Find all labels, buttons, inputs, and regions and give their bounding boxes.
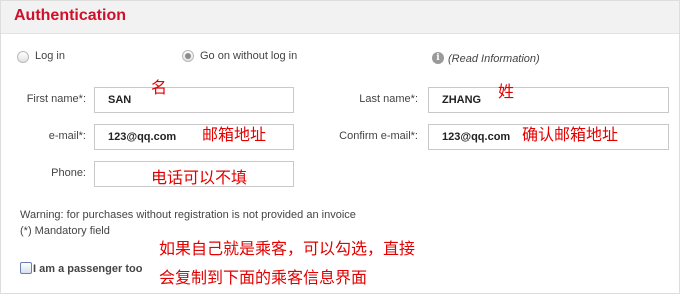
passenger-annotation-line2: 会复制到下面的乘客信息界面	[159, 268, 368, 287]
last-name-annotation: 姓	[498, 82, 515, 101]
panel-header: Authentication	[1, 1, 679, 34]
confirm-email-annotation: 确认邮箱地址	[522, 125, 619, 144]
invoice-warning: Warning: for purchases without registrat…	[20, 209, 356, 221]
go-on-without-login-label[interactable]: Go on without log in	[200, 50, 297, 62]
phone-label: Phone:	[51, 167, 86, 179]
last-name-input[interactable]: ZHANG	[428, 87, 669, 113]
info-icon[interactable]: i	[432, 52, 444, 64]
email-annotation: 邮箱地址	[202, 125, 267, 144]
passenger-checkbox[interactable]	[20, 262, 32, 274]
first-name-label: First name*:	[26, 93, 86, 105]
confirm-email-label: Confirm e-mail*:	[339, 130, 418, 142]
mandatory-field-note: (*) Mandatory field	[20, 225, 110, 237]
panel-title: Authentication	[14, 7, 126, 24]
phone-annotation: 电话可以不填	[151, 168, 248, 187]
go-on-without-login-radio[interactable]	[182, 50, 194, 62]
read-information-link[interactable]: (Read Information)	[448, 53, 540, 65]
first-name-annotation: 名	[151, 78, 168, 97]
passenger-annotation-line1: 如果自己就是乘客，可以勾选，直接	[159, 239, 416, 258]
first-name-input[interactable]: SAN	[94, 87, 294, 113]
passenger-checkbox-label[interactable]: I am a passenger too	[33, 263, 142, 275]
log-in-label[interactable]: Log in	[35, 50, 65, 62]
last-name-label: Last name*:	[359, 93, 418, 105]
log-in-radio[interactable]	[17, 51, 29, 63]
email-label: e-mail*:	[48, 130, 86, 142]
